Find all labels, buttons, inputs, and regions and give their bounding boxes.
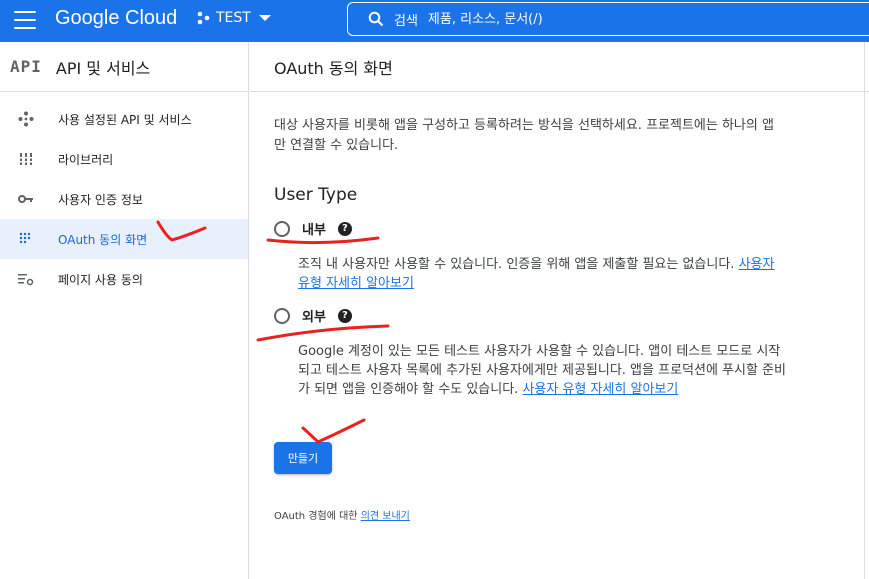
intro-text: 대상 사용자를 비롯해 앱을 구성하고 등록하려는 방식을 선택하세요. 프로젝… — [274, 118, 774, 153]
sidebar-item-label: 사용자 인증 정보 — [58, 192, 143, 207]
internal-description-text: 조직 내 사용자만 사용할 수 있습니다. 인증을 위해 앱을 제출할 필요는 … — [298, 257, 735, 272]
project-name: TEST — [216, 10, 251, 26]
sidebar-nav: 사용 설정된 API 및 서비스 라이브러리 사용자 인증 정보 OAuth 동… — [0, 99, 248, 299]
sidebar-item-credentials[interactable]: 사용자 인증 정보 — [0, 179, 248, 219]
sidebar-title: API 및 서비스 — [55, 58, 151, 78]
list-settings-icon — [16, 269, 36, 289]
radio-external[interactable] — [274, 307, 290, 324]
radio-internal[interactable] — [274, 220, 290, 237]
page-title: OAuth 동의 화면 — [274, 58, 393, 78]
feedback-line: OAuth 경험에 대한 의견 보내기 — [274, 507, 410, 522]
create-button[interactable]: 만들기 — [274, 442, 332, 474]
radio-external-label: 외부 — [302, 310, 326, 325]
feedback-link[interactable]: 의견 보내기 — [361, 511, 410, 522]
diamond-dots-icon — [16, 109, 36, 129]
help-icon[interactable]: ? — [337, 308, 352, 323]
search-label: 검색 — [394, 13, 418, 29]
external-description: Google 계정이 있는 모든 테스트 사용자가 사용할 수 있습니다. 앱이… — [298, 342, 786, 399]
content-divider — [864, 42, 865, 579]
search-icon — [368, 11, 384, 27]
top-bar: Google Cloud TEST 검색 — [0, 0, 869, 42]
radio-external-row[interactable]: 외부 ? — [274, 306, 352, 325]
sidebar-item-enabled-apis[interactable]: 사용 설정된 API 및 서비스 — [0, 99, 248, 139]
google-cloud-logo[interactable]: Google Cloud — [55, 7, 177, 30]
sidebar-item-library[interactable]: 라이브러리 — [0, 139, 248, 179]
project-selector[interactable]: TEST — [196, 10, 271, 26]
key-icon — [16, 189, 36, 209]
sidebar-item-label: 페이지 사용 동의 — [58, 272, 143, 287]
sidebar-header: API API 및 서비스 — [0, 42, 248, 92]
sidebar-item-label: 라이브러리 — [58, 152, 114, 167]
caret-down-icon — [258, 15, 271, 21]
learn-more-link-external[interactable]: 사용자 유형 자세히 알아보기 — [522, 382, 678, 397]
sidebar-item-label: 사용 설정된 API 및 서비스 — [58, 112, 192, 127]
sidebar-item-oauth-consent[interactable]: OAuth 동의 화면 — [0, 219, 248, 259]
help-icon[interactable]: ? — [337, 221, 352, 236]
internal-description: 조직 내 사용자만 사용할 수 있습니다. 인증을 위해 앱을 제출할 필요는 … — [298, 255, 786, 293]
page-header: OAuth 동의 화면 — [250, 42, 869, 92]
menu-icon[interactable] — [14, 11, 36, 29]
user-type-heading: User Type — [274, 185, 358, 205]
sidebar: API API 및 서비스 사용 설정된 API 및 서비스 라이브러리 사용자… — [0, 42, 249, 579]
oauth-dots-icon — [16, 229, 36, 249]
sidebar-item-page-usage-agreement[interactable]: 페이지 사용 동의 — [0, 259, 248, 299]
radio-internal-label: 내부 — [302, 223, 326, 238]
search-bar[interactable]: 검색 — [347, 2, 869, 36]
sidebar-item-label: OAuth 동의 화면 — [58, 232, 148, 247]
project-icon — [197, 11, 210, 25]
main-content: OAuth 동의 화면 대상 사용자를 비롯해 앱을 구성하고 등록하려는 방식… — [250, 42, 869, 579]
feedback-prefix: OAuth 경험에 대한 — [274, 511, 358, 522]
library-icon — [16, 149, 36, 169]
search-input[interactable] — [427, 11, 828, 27]
api-logo: API — [10, 57, 42, 76]
radio-internal-row[interactable]: 내부 ? — [274, 219, 352, 238]
